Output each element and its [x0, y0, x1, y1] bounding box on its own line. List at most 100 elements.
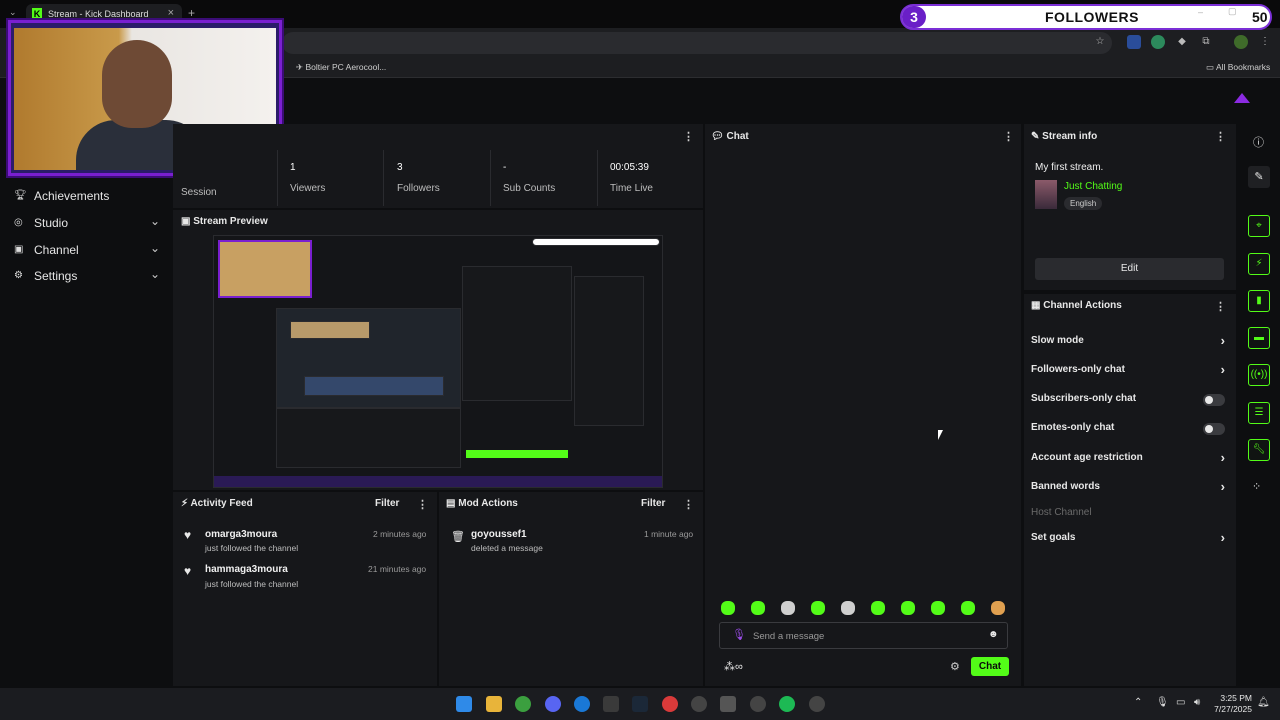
- sidebar-item-channel[interactable]: ▣ Channel ⌄: [14, 241, 164, 261]
- app-icon[interactable]: [750, 696, 766, 712]
- alert-triangle-icon[interactable]: [1234, 93, 1250, 103]
- chevron-right-icon: ›: [1220, 530, 1225, 545]
- info-icon[interactable]: ⓘ: [1253, 134, 1264, 150]
- taskbar-clock[interactable]: 3:25 PM 7/27/2025: [1212, 693, 1252, 715]
- feed-username[interactable]: hammaga3moura: [205, 564, 288, 575]
- extension-icon[interactable]: [1127, 35, 1141, 49]
- more-options-icon[interactable]: ⋮: [683, 498, 694, 511]
- sidebar-item-achievements[interactable]: 🏆︎ Achievements: [14, 187, 164, 207]
- network-icon[interactable]: ▭: [1176, 697, 1185, 708]
- volume-icon[interactable]: 🔊︎: [1194, 697, 1200, 708]
- chrome-icon[interactable]: [515, 696, 531, 712]
- sidebar-item-studio[interactable]: ◎ Studio ⌄: [14, 214, 164, 234]
- emote-icon[interactable]: [811, 601, 825, 615]
- stat-label: Time Live: [610, 183, 653, 194]
- all-bookmarks-link[interactable]: ▭ All Bookmarks: [1206, 62, 1270, 73]
- notification-bell-icon[interactable]: 🔔︎: [1257, 697, 1270, 708]
- category-link[interactable]: Just Chatting: [1064, 181, 1122, 192]
- extension-icon[interactable]: ◆: [1175, 35, 1189, 49]
- server-icon[interactable]: ☰: [1248, 402, 1270, 424]
- more-options-icon[interactable]: ⋮: [417, 498, 428, 511]
- stat-viewers: 1 Viewers: [277, 150, 384, 206]
- emotes-only-toggle[interactable]: [1203, 423, 1225, 435]
- tray-chevron-up-icon[interactable]: ⌃: [1134, 697, 1142, 708]
- focus-icon[interactable]: ⌖: [1248, 215, 1270, 237]
- more-options-icon[interactable]: ⋮: [1215, 300, 1226, 313]
- app-icon[interactable]: [662, 696, 678, 712]
- more-options-icon[interactable]: ⋮: [1003, 130, 1014, 143]
- document-icon[interactable]: ▮: [1248, 290, 1270, 312]
- edit-stream-info-button[interactable]: Edit: [1035, 258, 1224, 280]
- app-icon[interactable]: [720, 696, 736, 712]
- stat-time-live: 00:05:39 Time Live: [598, 150, 703, 206]
- followers-only-chat-item[interactable]: Followers-only chat ›: [1031, 362, 1227, 382]
- emote-icon[interactable]: [751, 601, 765, 615]
- chat-bubble-icon[interactable]: ▬: [1248, 327, 1270, 349]
- connections-icon[interactable]: ⁘: [1252, 480, 1261, 493]
- wrench-icon[interactable]: 🔧︎: [1248, 439, 1270, 461]
- address-bar[interactable]: [282, 32, 1112, 54]
- goal-target: 50: [1252, 9, 1268, 25]
- chat-message-input[interactable]: 🎙︎ Send a message ☻: [719, 622, 1008, 649]
- microphone-icon[interactable]: 🎙︎: [1156, 697, 1169, 708]
- star-bookmark-icon[interactable]: ☆: [1093, 35, 1107, 49]
- microphone-icon[interactable]: 🎙︎: [732, 628, 746, 641]
- emote-icon[interactable]: [991, 601, 1005, 615]
- stat-followers: 3 Followers: [385, 150, 491, 206]
- bolt-icon[interactable]: ⚡︎: [1248, 253, 1270, 275]
- emote-icon[interactable]: [961, 601, 975, 615]
- activity-filter-button[interactable]: Filter: [375, 498, 399, 509]
- obs-icon[interactable]: [691, 696, 707, 712]
- steam-icon[interactable]: [632, 696, 648, 712]
- windows-start-icon[interactable]: [456, 696, 472, 712]
- new-tab-icon[interactable]: +: [188, 6, 195, 20]
- sidebar-item-settings[interactable]: ⚙ Settings ⌄: [14, 267, 164, 287]
- chat-send-button[interactable]: Chat: [971, 657, 1009, 676]
- minimize-icon[interactable]: –: [1198, 7, 1203, 17]
- chat-users-icon[interactable]: ⁂∞: [724, 660, 743, 673]
- emote-icon[interactable]: [931, 601, 945, 615]
- emote-icon[interactable]: [781, 601, 795, 615]
- spotify-icon[interactable]: [779, 696, 795, 712]
- more-options-icon[interactable]: ⋮: [683, 130, 694, 143]
- action-label: Host Channel: [1031, 507, 1092, 518]
- bookmark-link[interactable]: ✈ Boltier PC Aerocool...: [296, 62, 386, 73]
- emote-icon[interactable]: [871, 601, 885, 615]
- emoji-picker-icon[interactable]: ☻: [988, 629, 999, 640]
- app-icon[interactable]: [809, 696, 825, 712]
- subscribers-only-toggle[interactable]: [1203, 394, 1225, 406]
- file-explorer-icon[interactable]: [486, 696, 502, 712]
- stream-preview-video[interactable]: [213, 235, 663, 488]
- account-age-restriction-item[interactable]: Account age restriction ›: [1031, 450, 1227, 470]
- extensions-puzzle-icon[interactable]: ⧉: [1199, 35, 1213, 49]
- profile-avatar[interactable]: [1234, 35, 1248, 49]
- close-tab-icon[interactable]: ×: [168, 7, 174, 19]
- banned-words-item[interactable]: Banned words ›: [1031, 479, 1227, 499]
- sidebar-item-label: Achievements: [34, 189, 110, 203]
- goal-label: FOLLOWERS: [1045, 9, 1139, 25]
- slow-mode-item[interactable]: Slow mode ›: [1031, 333, 1227, 353]
- mod-username[interactable]: goyoussef1: [471, 529, 527, 540]
- discord-icon[interactable]: [545, 696, 561, 712]
- chat-settings-gear-icon[interactable]: ⚙: [950, 660, 960, 673]
- epic-games-icon[interactable]: [603, 696, 619, 712]
- stat-value: -: [503, 162, 507, 173]
- more-options-icon[interactable]: ⋮: [1215, 130, 1226, 143]
- mod-filter-button[interactable]: Filter: [641, 498, 665, 509]
- tab-list-chevron-icon[interactable]: ⌄: [9, 7, 17, 18]
- set-goals-item[interactable]: Set goals ›: [1031, 530, 1227, 550]
- broadcast-icon[interactable]: ((•)): [1248, 364, 1270, 386]
- emote-icon[interactable]: [721, 601, 735, 615]
- emote-icon[interactable]: [841, 601, 855, 615]
- maximize-icon[interactable]: ▢: [1228, 6, 1237, 17]
- feed-username[interactable]: omarga3moura: [205, 529, 277, 540]
- feed-action: just followed the channel: [205, 543, 299, 553]
- vscode-icon[interactable]: [574, 696, 590, 712]
- action-label: Subscribers-only chat: [1031, 393, 1137, 404]
- host-channel-item: Host Channel: [1031, 507, 1227, 525]
- browser-menu-icon[interactable]: ⋮: [1258, 35, 1272, 49]
- edit-pencil-icon[interactable]: ✎: [1248, 166, 1270, 188]
- extension-icon[interactable]: [1151, 35, 1165, 49]
- category-thumbnail: [1035, 180, 1057, 209]
- emote-icon[interactable]: [901, 601, 915, 615]
